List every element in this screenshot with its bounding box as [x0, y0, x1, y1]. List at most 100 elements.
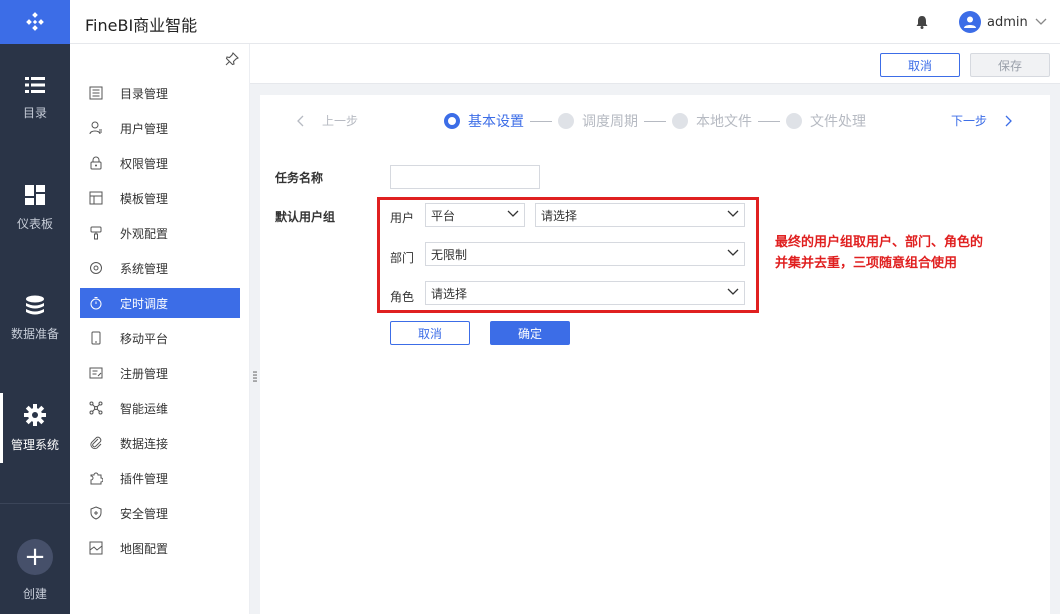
ops-icon	[88, 400, 104, 416]
step-indicator	[558, 113, 574, 129]
bell-icon[interactable]	[916, 16, 928, 32]
wizard-steps: 基本设置 调度周期 本地文件 文件处理	[444, 111, 866, 131]
sidebar-item-catalog[interactable]: 目录管理	[80, 78, 240, 108]
link-icon	[88, 435, 104, 451]
shield-icon	[88, 505, 104, 521]
task-form-card: 上一步 基本设置 调度周期 本地文件 文件处理 下一步 任务名称 默认用户组 用…	[260, 95, 1050, 614]
rail-label: 管理系统	[10, 437, 59, 452]
step-connector	[644, 120, 666, 122]
chevron-down-icon	[727, 210, 739, 217]
app-logo[interactable]	[0, 0, 70, 44]
rail-item-create[interactable]: + 创建	[0, 530, 70, 610]
step-schedule-cycle[interactable]: 调度周期	[558, 111, 638, 131]
sidebar-item-ops[interactable]: 智能运维	[80, 393, 240, 423]
task-name-input[interactable]	[390, 165, 540, 189]
sidebar-item-register[interactable]: 注册管理	[80, 358, 240, 388]
confirm-button[interactable]: 确定	[490, 321, 570, 345]
role-select[interactable]: 请选择	[425, 281, 745, 305]
logo-icon	[26, 12, 44, 31]
user-type-value: 平台	[431, 208, 456, 223]
app-title: FineBI商业智能	[85, 16, 198, 35]
annotation-line: 并集并去重，三项随意组合使用	[775, 256, 958, 271]
sidebar-item-appearance[interactable]: 外观配置	[80, 218, 240, 248]
map-icon	[88, 540, 104, 556]
catalog-icon	[88, 85, 104, 101]
default-user-group-label: 默认用户组	[275, 210, 336, 224]
sidebar-item-label: 插件管理	[120, 471, 169, 486]
sidebar-item-label: 数据连接	[120, 436, 169, 451]
top-bar: FineBI商业智能 admin	[70, 0, 1060, 44]
sidebar-item-label: 外观配置	[120, 226, 169, 241]
sidebar-item-schedule[interactable]: 定时调度	[80, 288, 240, 318]
annotation-note: 最终的用户组取用户、部门、角色的 并集并去重，三项随意组合使用	[775, 232, 1035, 274]
timer-icon	[88, 295, 104, 311]
user-menu[interactable]: admin	[959, 11, 1047, 33]
user-select-value: 请选择	[541, 208, 578, 223]
pin-icon[interactable]	[225, 52, 239, 69]
brush-icon	[88, 225, 104, 241]
chevron-down-icon	[727, 249, 739, 256]
next-step-button[interactable]: 下一步	[951, 112, 1013, 129]
sidebar-item-system[interactable]: 系统管理	[80, 253, 240, 283]
step-label: 调度周期	[582, 114, 638, 130]
next-step-label: 下一步	[950, 114, 987, 128]
prev-step-label: 上一步	[322, 114, 359, 128]
department-label: 部门	[390, 251, 415, 265]
sidebar-item-map[interactable]: 地图配置	[80, 533, 240, 563]
rail-label: 创建	[22, 586, 47, 601]
user-type-select[interactable]: 平台	[425, 203, 525, 227]
sidebar-item-label: 目录管理	[120, 86, 169, 101]
plus-icon: +	[17, 538, 53, 575]
resize-handle[interactable]	[253, 371, 257, 386]
avatar	[959, 11, 981, 33]
step-local-file[interactable]: 本地文件	[672, 111, 752, 131]
sidebar-item-mobile[interactable]: 移动平台	[80, 323, 240, 353]
lock-icon	[88, 155, 104, 171]
sidebar-item-label: 安全管理	[120, 506, 169, 521]
sidebar-item-label: 地图配置	[120, 541, 169, 556]
user-icon	[88, 120, 104, 136]
step-basic-settings[interactable]: 基本设置	[444, 111, 524, 131]
rail-item-dashboard[interactable]: 仪表板	[0, 173, 70, 243]
sidebar-item-users[interactable]: 用户管理	[80, 113, 240, 143]
rail-divider	[0, 503, 70, 504]
user-select[interactable]: 请选择	[535, 203, 745, 227]
step-file-processing[interactable]: 文件处理	[786, 111, 866, 131]
mobile-icon	[88, 330, 104, 346]
rail-item-data-prep[interactable]: 数据准备	[0, 283, 70, 353]
department-value: 无限制	[431, 247, 468, 262]
sidebar-item-security[interactable]: 安全管理	[80, 498, 240, 528]
department-select[interactable]: 无限制	[425, 242, 745, 266]
sidebar-item-templates[interactable]: 模板管理	[80, 183, 240, 213]
sidebar-item-data-connection[interactable]: 数据连接	[80, 428, 240, 458]
plugin-icon	[88, 470, 104, 486]
chevron-down-icon	[727, 288, 739, 295]
rail-label: 数据准备	[10, 326, 59, 341]
step-label: 文件处理	[810, 114, 866, 130]
task-name-label: 任务名称	[275, 171, 324, 185]
chevron-down-icon	[507, 210, 519, 217]
top-cancel-button[interactable]: 取消	[880, 53, 960, 77]
sidebar-item-plugins[interactable]: 插件管理	[80, 463, 240, 493]
role-label: 角色	[390, 290, 415, 304]
save-button[interactable]: 保存	[970, 53, 1050, 77]
step-label: 基本设置	[468, 114, 524, 130]
sidebar-item-label: 权限管理	[120, 156, 169, 171]
settings-icon	[88, 260, 104, 276]
template-icon	[88, 190, 104, 206]
user-name: admin	[987, 14, 1028, 30]
sidebar-item-permissions[interactable]: 权限管理	[80, 148, 240, 178]
form-cancel-button[interactable]: 取消	[390, 321, 470, 345]
step-indicator	[786, 113, 802, 129]
register-icon	[88, 365, 104, 381]
app-rail: 目录 仪表板 数据准备 管理系统 + 创建	[0, 0, 70, 614]
step-connector	[530, 120, 552, 122]
rail-item-catalog[interactable]: 目录	[0, 63, 70, 133]
gear-icon	[24, 403, 46, 426]
sidebar-item-label: 定时调度	[120, 296, 169, 311]
role-value: 请选择	[431, 286, 468, 301]
user-avatar-icon	[964, 16, 976, 28]
sidebar-item-label: 注册管理	[120, 366, 169, 381]
rail-item-admin[interactable]: 管理系统	[0, 393, 70, 463]
prev-step-button[interactable]: 上一步	[296, 112, 358, 129]
